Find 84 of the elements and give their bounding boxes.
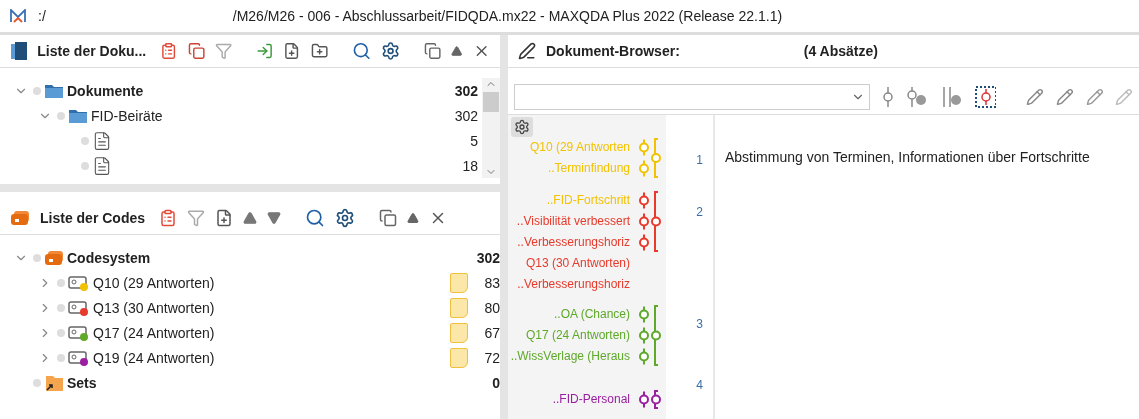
highlighter-icon[interactable] [1085,88,1104,106]
new-document-icon[interactable] [283,42,301,60]
count-cell-text: 302 [453,107,478,124]
settings-icon[interactable] [380,41,401,61]
status-dot [57,111,65,120]
settings-icon[interactable] [335,208,356,228]
panel-title: Liste der Doku... [37,43,147,59]
tree-item-label[interactable]: Q17 (24 Antworten) [93,324,215,341]
count-cell-text: 0 [491,374,500,391]
window-title: /M26/M26 - 006 - Abschlussarbeit/FIDQDA.mx22 - MAXQDA Plus 2022 (Release 22.1.1) [232,8,783,24]
margin-code-label[interactable]: Q17 (24 Antworten) [525,325,630,347]
margin-code-label[interactable]: ..WissVerlage (Heraus [510,346,630,364]
highlighter-icon[interactable] [1055,88,1074,106]
new-folder-icon[interactable] [310,42,328,60]
move-up-icon[interactable] [243,211,258,225]
count-cell-text: 302 [453,82,478,99]
margin-code-label[interactable]: ..Verbesserungshoriz [517,274,630,296]
status-dot [33,253,41,262]
search-icon[interactable] [305,208,326,228]
margin-code-label[interactable]: ..FID-Personal [552,389,630,411]
tree-item-label[interactable]: Q13 (30 Antworten) [93,299,215,316]
copy-icon[interactable] [187,42,205,60]
panel-title: Dokument-Browser: [546,43,680,59]
count-cell-text: 302 [475,249,500,266]
code-icon [68,349,90,366]
tree-item-label[interactable]: Q19 (24 Antworten) [93,349,215,366]
maximize-icon[interactable] [407,212,420,224]
margin-code-label[interactable]: ..Visibilität verbessert [516,211,630,233]
documents-icon [10,41,28,61]
search-icon[interactable] [351,41,371,61]
margin-code-label[interactable]: Q13 (30 Antworten) [525,253,630,275]
code-selection-icon[interactable] [974,86,997,108]
window-path: :/ [38,8,46,24]
status-dot [33,378,41,387]
scrollbar[interactable] [482,78,500,178]
count-cell-text: 5 [469,132,478,149]
code-icon [68,274,90,291]
code-icon[interactable] [881,87,894,107]
tree-item-label[interactable]: Sets [67,374,97,391]
status-dot [57,328,65,337]
move-down-icon[interactable] [267,211,282,225]
edit-document-icon [518,42,536,60]
margin-code-label[interactable]: ..OA (Chance) [553,304,630,326]
status-dot [81,161,89,170]
count-cell-text: 67 [483,324,500,341]
folder-icon [68,107,88,124]
status-dot [81,136,89,145]
code-icon [68,299,90,316]
tree-item-label[interactable]: Q10 (29 Antworten) [93,274,215,291]
scrollbar-thumb[interactable] [483,92,499,112]
undock-icon[interactable] [423,42,442,60]
maximize-icon[interactable] [451,45,463,57]
document-icon [92,155,112,176]
code-system-icon [44,249,64,266]
status-dot [33,86,41,95]
filter-icon[interactable] [214,42,233,60]
folder-icon [44,82,64,99]
clipboard-icon[interactable] [160,42,178,60]
highlighter-icon[interactable] [1026,88,1044,106]
tree-item-label[interactable]: Dokumente [67,82,144,99]
undock-icon[interactable] [379,209,398,227]
paragraph-text: Abstimmung von Terminen, Informationen über Fortschritte [725,148,1091,168]
status-dot [57,278,65,287]
count-cell-text: 18 [461,157,478,174]
import-icon[interactable] [255,42,274,60]
code-add-icon[interactable] [905,87,928,107]
paragraph-count: (4 Absätze) [803,43,878,59]
panel-title: Liste der Codes [40,210,146,226]
settings-button[interactable] [511,117,533,138]
filter-icon[interactable] [187,209,206,227]
document-icon [92,130,112,151]
code-system-icon [10,210,30,226]
app-logo-icon [10,9,26,23]
count-cell-text: 80 [483,299,500,316]
tree-item-label[interactable]: Codesystem [67,249,151,266]
highlighter-icon[interactable] [1115,88,1133,106]
count-cell-text: 72 [483,349,500,366]
status-dot [57,353,65,362]
sets-folder-icon [44,373,64,392]
margin-code-label[interactable]: ..Verbesserungshoriz [517,232,630,254]
count-cell-text: 83 [483,274,500,291]
tree-item-label[interactable]: FID-Beiräte [91,107,163,124]
status-dot [57,303,65,312]
code-icon [68,324,90,341]
